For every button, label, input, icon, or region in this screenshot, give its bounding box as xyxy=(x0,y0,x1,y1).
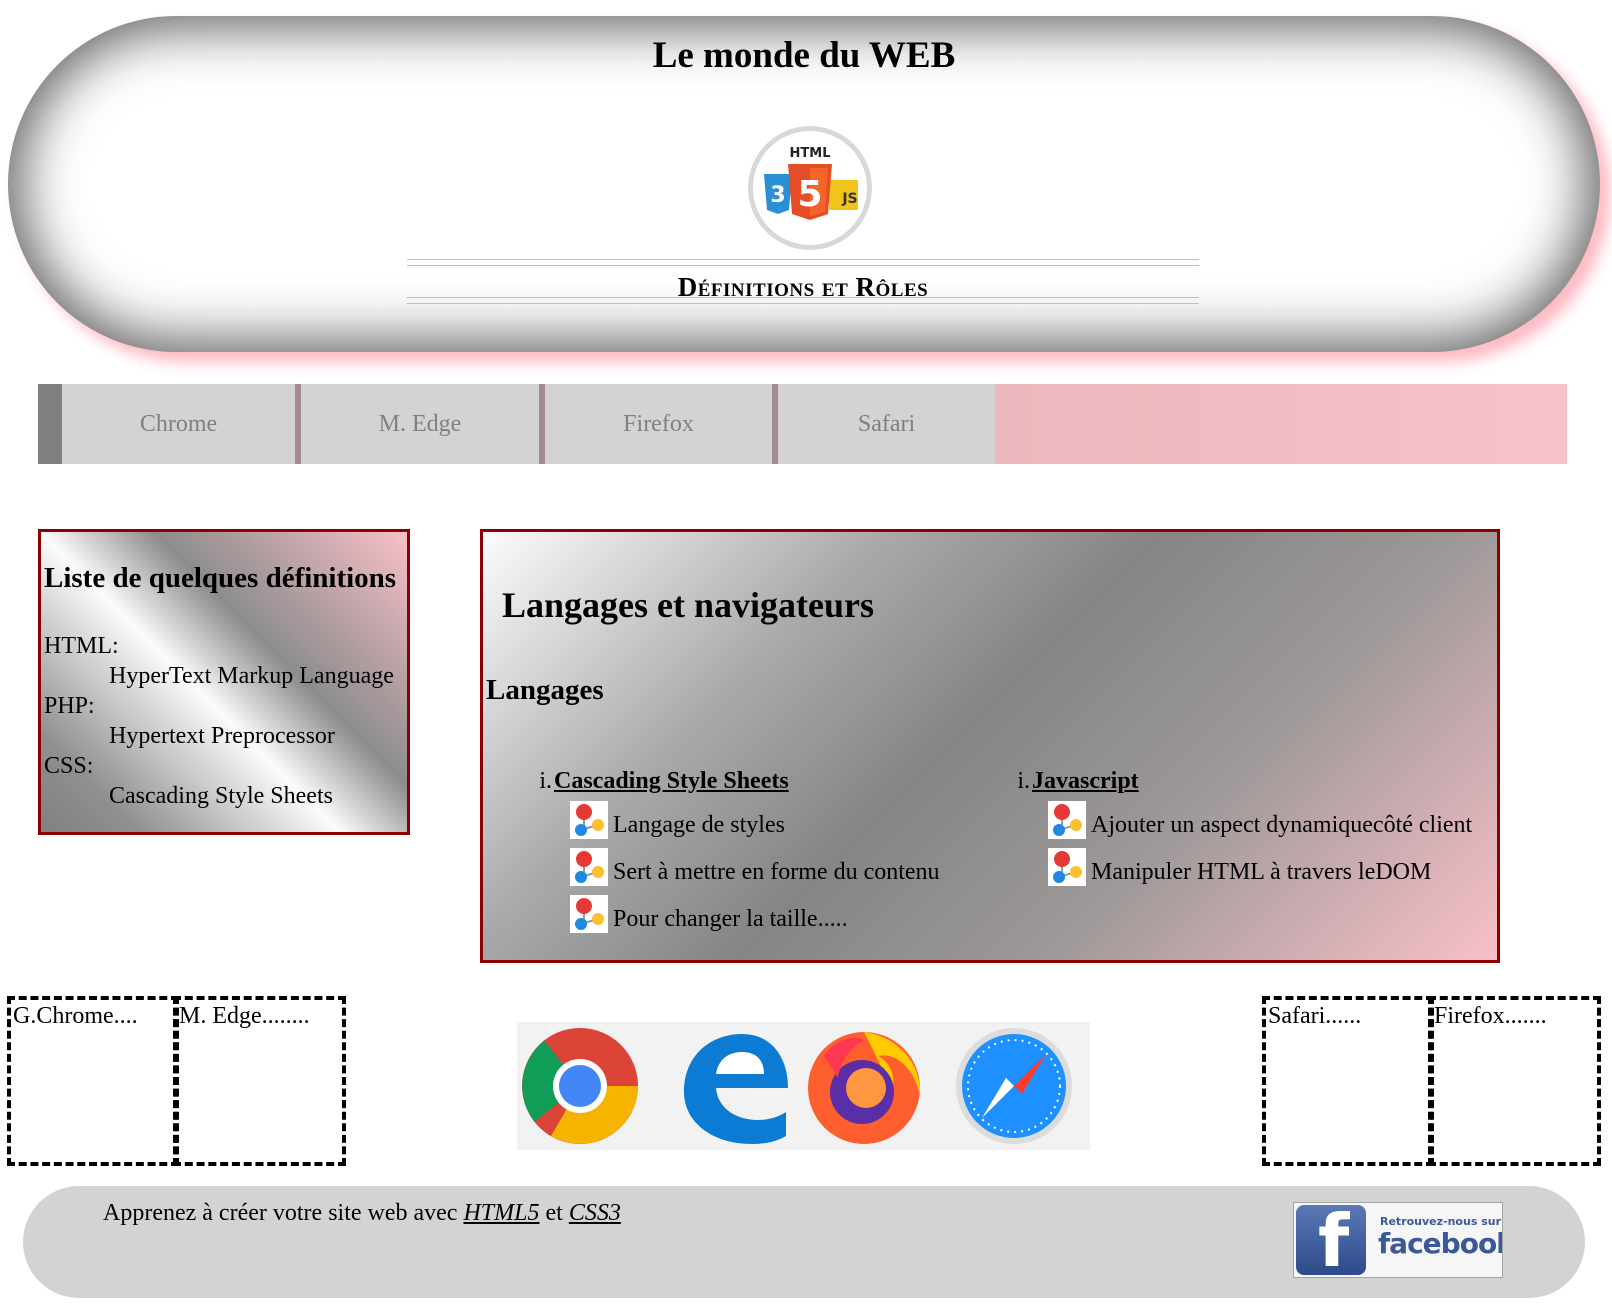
firefox-box: Firefox....... xyxy=(1428,996,1601,1166)
css-link[interactable]: Cascading Style Sheets xyxy=(554,768,789,794)
subtitle-top-rule xyxy=(407,259,1199,266)
browser-nav: Chrome M. Edge Firefox Safari xyxy=(38,384,1567,464)
list-item: Sert à mettre en forme du contenu xyxy=(530,845,940,892)
molecule-icon xyxy=(1048,848,1086,886)
site-header: Le monde du WEB HTML 3 JS 5 Définitions … xyxy=(8,16,1600,352)
definition-desc: HyperText Markup Language xyxy=(109,663,394,689)
list-item: Pour changer la taille..... xyxy=(530,892,848,939)
footer-text-mid: et xyxy=(539,1200,569,1226)
safari-box: Safari...... xyxy=(1262,996,1434,1166)
subtitle-bottom-rule xyxy=(407,297,1199,304)
molecule-icon xyxy=(1048,801,1086,839)
site-title: Le monde du WEB xyxy=(652,35,956,76)
list-item-text: Langage de styles xyxy=(613,812,785,838)
nav-item-chrome[interactable]: Chrome xyxy=(62,384,295,464)
chrome-icon xyxy=(522,1028,638,1144)
definition-term: HTML: xyxy=(44,633,119,659)
molecule-icon xyxy=(570,801,608,839)
svg-text:5: 5 xyxy=(797,174,822,215)
footer-text: Apprenez à créer votre site web avec HTM… xyxy=(103,1200,621,1227)
nav-leading-bar xyxy=(38,384,62,464)
list-item-text: Ajouter un aspect dynamiquecôté client xyxy=(1091,812,1473,838)
definition-desc: Hypertext Preprocessor xyxy=(109,723,335,749)
language-heading: i.Javascript xyxy=(1008,764,1139,798)
definitions-list: HTML: HyperText Markup Language PHP: Hyp… xyxy=(44,631,394,811)
facebook-wordmark: facebook xyxy=(1378,1227,1503,1260)
list-number: i. xyxy=(1017,768,1030,794)
firefox-icon xyxy=(808,1032,921,1144)
html5-css3-js-logo: HTML 3 JS 5 xyxy=(746,124,874,252)
footer-text-prefix: Apprenez à créer votre site web avec xyxy=(103,1200,464,1226)
definitions-panel: Liste de quelques définitions HTML: Hype… xyxy=(38,529,410,835)
list-item: Langage de styles xyxy=(530,798,789,845)
definitions-title: Liste de quelques définitions xyxy=(44,562,397,594)
svg-text:3: 3 xyxy=(770,183,785,208)
nav-item-firefox[interactable]: Firefox xyxy=(545,384,772,464)
list-item: Manipuler HTML à travers leDOM xyxy=(1008,845,1431,892)
language-column-js: i.Javascript Ajouter un aspect dynamique… xyxy=(1008,764,1472,892)
site-footer: Apprenez à créer votre site web avec HTM… xyxy=(23,1186,1585,1298)
safari-icon xyxy=(956,1028,1072,1144)
facebook-f-letter: f xyxy=(1318,1202,1350,1278)
edge-icon xyxy=(684,1034,788,1144)
language-column-css: i.Cascading Style Sheets Langage de styl… xyxy=(530,764,940,939)
section-title: Langages et navigateurs xyxy=(502,585,874,625)
language-heading: i.Cascading Style Sheets xyxy=(530,764,789,798)
browser-logos xyxy=(517,1022,1090,1150)
javascript-link[interactable]: Javascript xyxy=(1032,768,1139,794)
list-item-text: Manipuler HTML à travers leDOM xyxy=(1091,859,1432,885)
css3-link[interactable]: CSS3 xyxy=(569,1200,621,1226)
facebook-icon: f xyxy=(1296,1202,1366,1278)
definition-desc: Cascading Style Sheets xyxy=(109,783,333,809)
list-item-text: Pour changer la taille..... xyxy=(613,906,848,932)
section-subtitle: Langages xyxy=(486,674,604,706)
html5-link[interactable]: HTML5 xyxy=(463,1200,539,1226)
nav-item-edge[interactable]: M. Edge xyxy=(301,384,539,464)
edge-box: M. Edge........ xyxy=(173,996,346,1166)
chrome-box: G.Chrome.... xyxy=(7,996,179,1166)
definition-term: CSS: xyxy=(44,753,94,779)
facebook-button[interactable]: f Retrouvez-nous sur facebook xyxy=(1293,1202,1503,1278)
molecule-icon xyxy=(570,895,608,933)
definition-term: PHP: xyxy=(44,693,95,719)
languages-section: Langages et navigateurs Langages i.Casca… xyxy=(480,529,1500,963)
molecule-icon xyxy=(570,848,608,886)
list-item: Ajouter un aspect dynamiquecôté client xyxy=(1008,798,1472,845)
list-number: i. xyxy=(539,768,552,794)
logo-html-text: HTML xyxy=(790,146,831,161)
list-item-text: Sert à mettre en forme du contenu xyxy=(613,859,940,885)
nav-item-safari[interactable]: Safari xyxy=(778,384,995,464)
logo-js-text: JS xyxy=(841,191,857,207)
